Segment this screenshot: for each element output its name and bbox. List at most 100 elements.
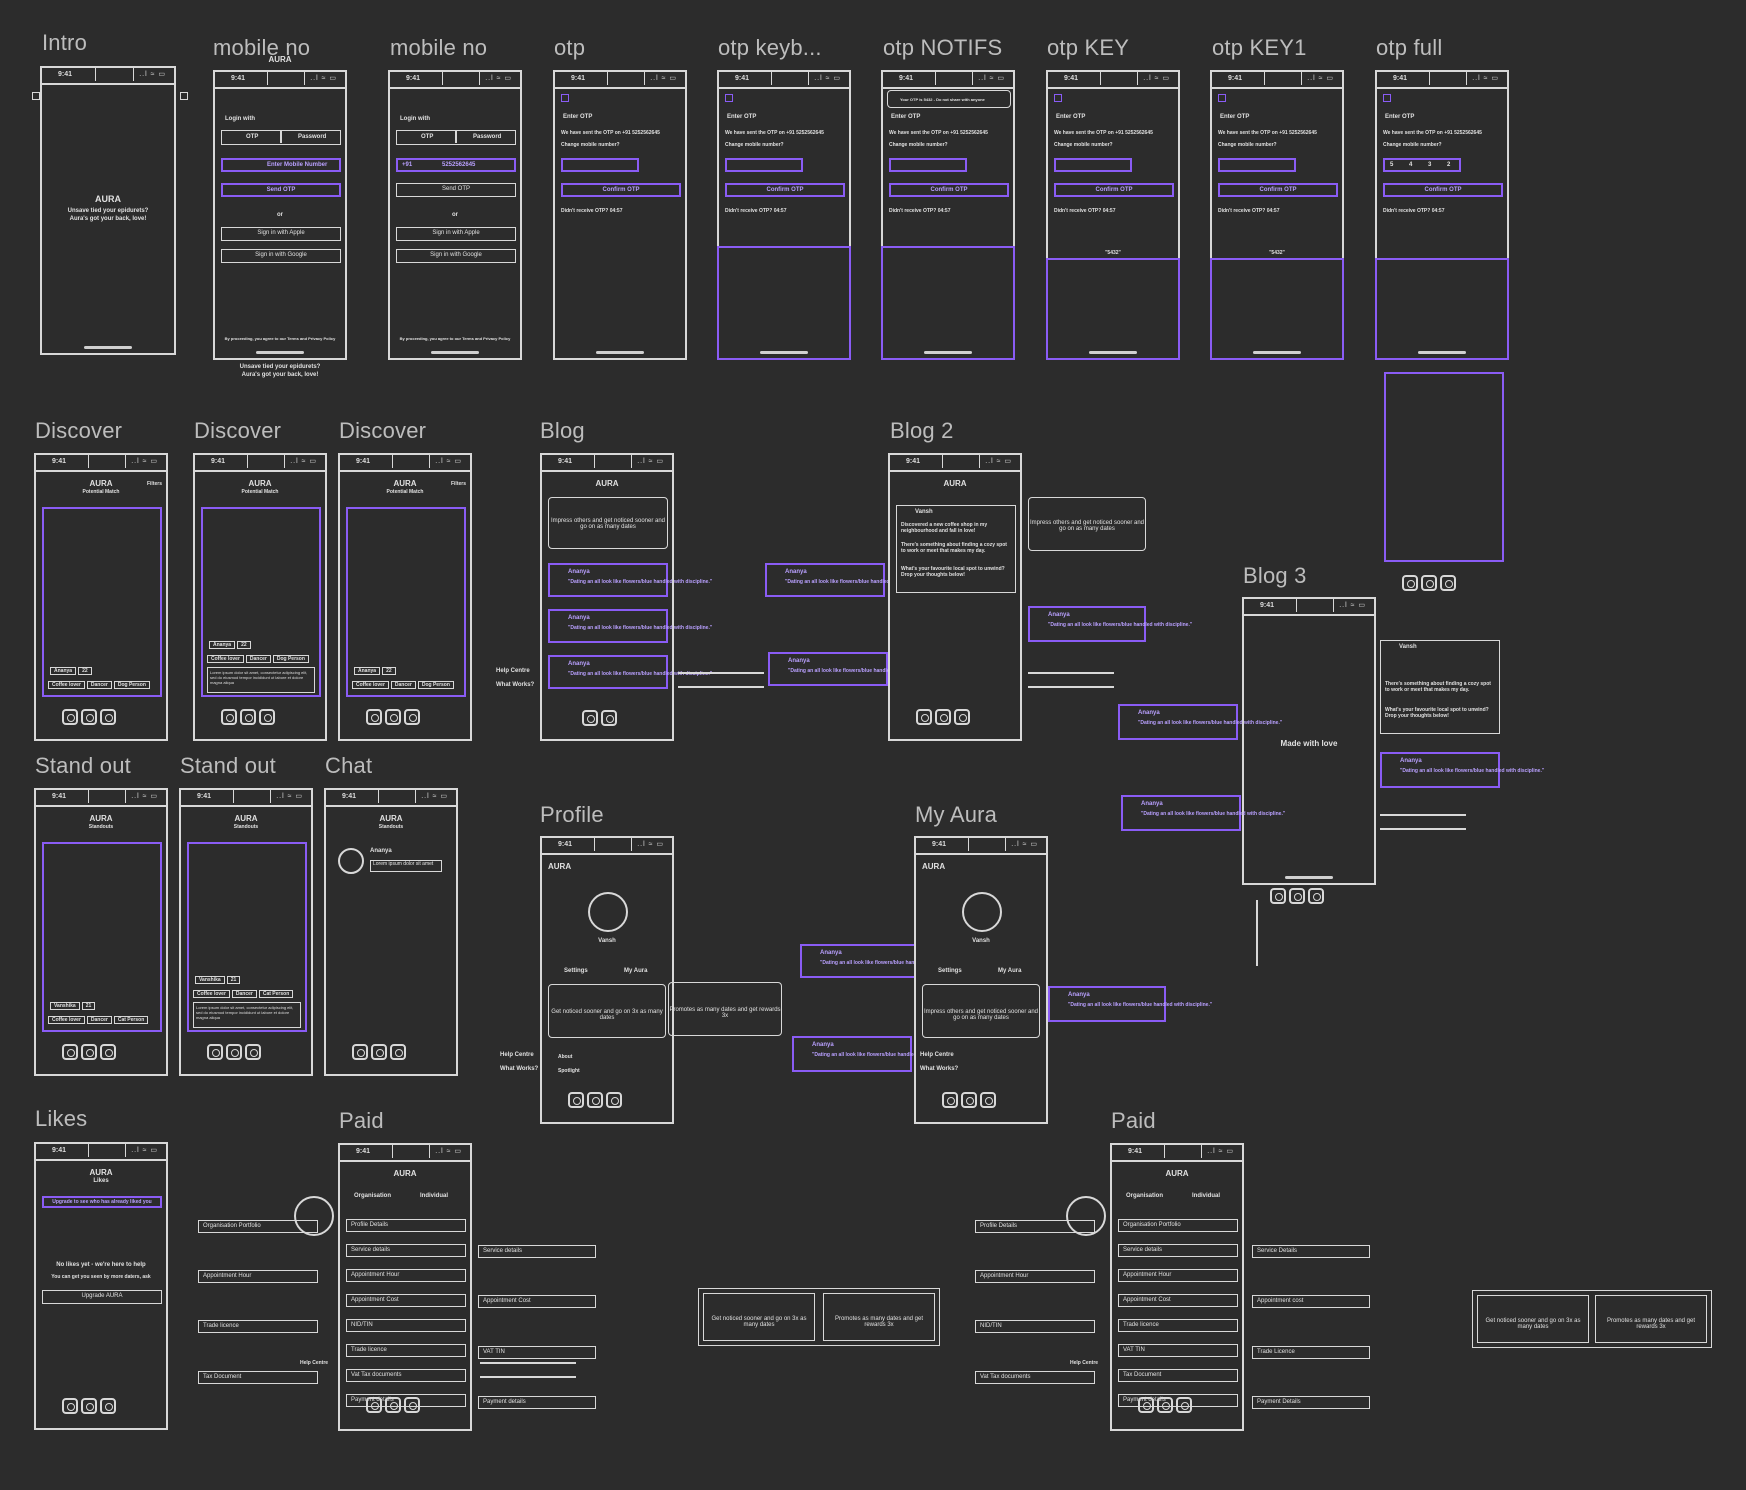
blog-post-floating[interactable]: Ananya "Dating an all look like flowers/b… — [765, 563, 929, 597]
bottom-nav[interactable] — [366, 709, 420, 725]
discover-nav-icon[interactable] — [942, 1092, 958, 1108]
apple-signin-button[interactable]: Sign in with Apple — [396, 227, 516, 241]
discover-nav-icon[interactable] — [1138, 1397, 1154, 1413]
confirm-otp-button[interactable]: Confirm OTP — [1218, 183, 1338, 197]
change-number-link[interactable]: Change mobile number? — [1218, 142, 1277, 148]
my-aura-link[interactable]: My Aura — [624, 968, 647, 974]
avatar[interactable] — [338, 848, 364, 874]
change-number-link[interactable]: Change mobile number? — [725, 142, 784, 148]
help-centre-label[interactable]: Help Centre — [920, 1052, 954, 1058]
form-field[interactable]: Appointment Hour — [1118, 1269, 1238, 1282]
profile-card[interactable]: Ananya 22 Coffee lover Dancer Dog Person Lo… — [201, 507, 321, 697]
help-centre-label[interactable]: Help Centre — [300, 1360, 328, 1366]
frame-chat[interactable]: 9:41 ..l ≈ ▭ AURA Standouts Ananya Lorem … — [324, 788, 458, 1076]
tab-individual[interactable]: Individual — [1192, 1193, 1220, 1199]
chat-nav-icon[interactable] — [245, 1044, 261, 1060]
frame-blog-3[interactable]: 9:41 ..l ≈ ▭ Made with love — [1242, 597, 1376, 885]
form-field[interactable]: Tax Document — [1118, 1369, 1238, 1382]
tab-otp[interactable]: OTP — [246, 134, 258, 140]
likes-nav-icon[interactable] — [961, 1092, 977, 1108]
likes-nav-icon[interactable] — [81, 1044, 97, 1060]
chat-nav-icon[interactable] — [100, 709, 116, 725]
otp-input[interactable] — [725, 158, 803, 172]
blog-promo-card[interactable]: Impress others and get noticed sooner an… — [1028, 497, 1146, 551]
side-field[interactable]: Appointment Cost — [478, 1295, 596, 1308]
chat-nav-icon[interactable] — [100, 1398, 116, 1414]
discover-nav-icon[interactable] — [62, 709, 78, 725]
left-field[interactable]: Tax Document — [198, 1371, 318, 1384]
discover-nav-icon[interactable] — [1270, 888, 1286, 904]
upgrade-card[interactable]: Promotes as many dates and get rewards 3… — [1595, 1295, 1707, 1343]
help-centre-label[interactable]: Help Centre — [1070, 1360, 1098, 1366]
my-aura-link[interactable]: My Aura — [998, 968, 1021, 974]
left-field[interactable]: Vat Tax documents — [975, 1371, 1095, 1384]
likes-nav-icon[interactable] — [1421, 575, 1437, 591]
filters-button[interactable]: Filters — [147, 481, 162, 487]
mobile-input[interactable]: Enter Mobile Number — [221, 158, 341, 172]
settings-link[interactable]: Settings — [564, 968, 588, 974]
change-number-link[interactable]: Change mobile number? — [561, 142, 620, 148]
frame-blog-2[interactable]: 9:41 ..l ≈ ▭ AURA Vansh Discovered a new … — [888, 453, 1022, 741]
frame-my-aura[interactable]: 9:41 ..l ≈ ▭ AURA Vansh Settings My Aura … — [914, 836, 1048, 1124]
tab-password[interactable]: Password — [473, 134, 501, 140]
blog-post-floating[interactable]: Ananya "Dating an all look like flowers/b… — [768, 652, 932, 686]
login-tabs[interactable]: OTP Password — [396, 130, 516, 145]
bottom-nav[interactable] — [207, 1044, 261, 1060]
frame-profile[interactable]: 9:41 ..l ≈ ▭ AURA Vansh Settings My Aura … — [540, 836, 674, 1124]
left-field[interactable]: Organisation Portfolio — [198, 1220, 318, 1233]
send-otp-button[interactable]: Send OTP — [221, 183, 341, 197]
bottom-nav[interactable] — [352, 1044, 406, 1060]
photo-card-variant[interactable] — [1384, 372, 1504, 562]
login-tabs[interactable]: OTP Password — [221, 130, 341, 145]
tab-otp[interactable]: OTP — [421, 134, 433, 140]
blog-post-floating[interactable]: Ananya "Dating an all look like flowers/b… — [1380, 752, 1544, 788]
chat-nav-icon[interactable] — [404, 709, 420, 725]
back-icon[interactable] — [32, 92, 40, 100]
chat-nav-icon[interactable] — [259, 709, 275, 725]
post-detail-card[interactable]: Vansh There's something about finding a … — [1380, 640, 1500, 734]
blog-post-floating[interactable]: Ananya "Dating an all look like flowers/b… — [1118, 704, 1282, 740]
chat-nav-icon[interactable] — [980, 1092, 996, 1108]
form-field[interactable]: Trade licence — [346, 1344, 466, 1357]
form-field[interactable]: Appointment Cost — [1118, 1294, 1238, 1307]
keyboard[interactable] — [1046, 258, 1180, 360]
otp-suggestion[interactable]: "5432" — [1048, 250, 1178, 256]
about-link[interactable]: About — [558, 1054, 572, 1060]
change-number-link[interactable]: Change mobile number? — [889, 142, 948, 148]
keyboard[interactable] — [1210, 258, 1344, 360]
change-number-link[interactable]: Change mobile number? — [1383, 142, 1442, 148]
bottom-nav[interactable] — [1270, 888, 1324, 904]
form-field[interactable]: Service details — [1118, 1244, 1238, 1257]
discover-nav-icon[interactable] — [366, 709, 382, 725]
frame-discover-1[interactable]: 9:41 ..l ≈ ▭ AURA Potential Match Filters… — [34, 453, 168, 741]
back-icon[interactable] — [561, 94, 569, 102]
profile-card[interactable]: Vanshika 21 Coffee lover Dancer Cat Person — [42, 842, 162, 1032]
upgrade-card[interactable]: Get noticed sooner and go on 3x as many … — [548, 984, 666, 1038]
frame-otp-full[interactable]: 9:41 ..l ≈ ▭ Enter OTP We have sent the O… — [1375, 70, 1509, 360]
keyboard[interactable] — [881, 246, 1015, 360]
frame-otp[interactable]: 9:41 ..l ≈ ▭ Enter OTP We have sent the O… — [553, 70, 687, 360]
frame-otp-keyboard[interactable]: 9:41 ..l ≈ ▭ Enter OTP We have sent the O… — [717, 70, 851, 360]
frame-standout-2[interactable]: 9:41 ..l ≈ ▭ AURA Standouts Vanshika 21 Co… — [179, 788, 313, 1076]
back-icon[interactable] — [1218, 94, 1226, 102]
resend-text[interactable]: Didn't receive OTP? 04:57 — [561, 208, 623, 214]
frame-mobile-no-1[interactable]: 9:41 ..l ≈ ▭ Login with OTP Password Ente… — [213, 70, 347, 360]
discover-nav-icon[interactable] — [366, 1397, 382, 1413]
filters-button[interactable]: Filters — [451, 481, 466, 487]
profile-avatar[interactable] — [962, 892, 1002, 932]
bottom-nav[interactable] — [1402, 575, 1456, 591]
form-field[interactable]: Organisation Portfolio — [1118, 1219, 1238, 1232]
form-field[interactable]: Vat Tax documents — [346, 1369, 466, 1382]
keyboard[interactable] — [1375, 258, 1509, 360]
frame-otp-key1[interactable]: 9:41 ..l ≈ ▭ Enter OTP We have sent the O… — [1210, 70, 1344, 360]
bottom-nav[interactable] — [62, 1398, 116, 1414]
chat-nav-icon[interactable] — [390, 1044, 406, 1060]
discover-nav-icon[interactable] — [568, 1092, 584, 1108]
blog-post-floating[interactable]: Ananya "Dating an all look like flowers/b… — [1028, 606, 1192, 642]
upgrade-card-2[interactable]: Promotes as many dates and get rewards 3… — [668, 982, 782, 1036]
blog-post-floating[interactable]: Ananya "Dating an all look like flowers/b… — [800, 944, 964, 978]
side-field[interactable]: Payment details — [478, 1396, 596, 1409]
side-field[interactable]: Payment Details — [1252, 1396, 1370, 1409]
side-field[interactable]: Trade Licence — [1252, 1346, 1370, 1359]
otp-input[interactable] — [889, 158, 967, 172]
